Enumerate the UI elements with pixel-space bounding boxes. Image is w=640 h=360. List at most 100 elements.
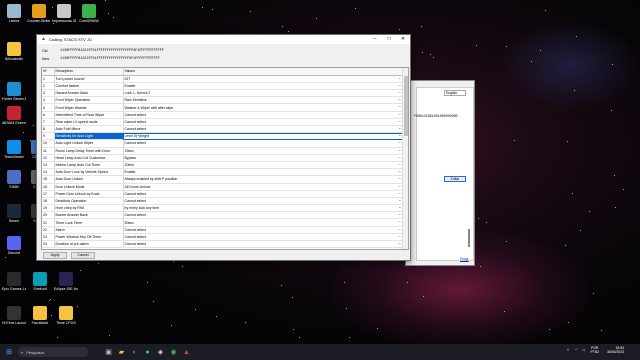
desktop-icon[interactable]: Faculdade [28,306,52,325]
row-number: 17 [42,190,55,198]
edge-icon[interactable]: ◐ [128,345,141,359]
desktop-icon[interactable]: Counter-Strike Global Offensive [27,4,51,23]
row-value-select[interactable]: 20min [123,161,405,170]
row-value-select[interactable]: Cannot select [123,197,405,206]
table-row[interactable]: 21 Timer Lock Timer 30sec [42,218,405,227]
table-row[interactable]: 12 Head Lamp Auto Cut Customize Bypass [42,154,405,162]
desktop-icon[interactable]: Epic Games Launcher [2,272,26,291]
column-header-description[interactable]: Description [54,68,124,76]
apply-button[interactable]: Apply [43,252,67,259]
table-row[interactable]: 4 Front Wiper Operation Rain Sensitive [42,96,405,105]
file-explorer-icon[interactable]: ▰ [115,345,128,359]
grid-scrollbar-thumb[interactable] [404,76,408,136]
desktop-icon[interactable]: AIDA64 Extreme [2,106,26,125]
close-link[interactable]: Fecgr [460,257,469,261]
table-row[interactable]: 2 Comfort flasher Enable [42,82,405,91]
row-value-select[interactable]: Cannot select [123,118,405,127]
background-scrollbar[interactable] [468,229,470,247]
row-value-select[interactable]: 30sec [123,218,405,227]
row-value-select[interactable]: Cannot select [123,139,405,148]
table-row[interactable]: 6 Intermittent Time of Rear Wiper Cannot s… [42,111,405,119]
row-value-select[interactable]: Cannot select [123,226,405,234]
desktop-icon[interactable]: Teste CPUS [54,306,78,325]
volume-icon[interactable]: ◁ [582,348,585,352]
desktop-icon[interactable]: Hi Elms Launcher [2,306,26,325]
row-value-select[interactable]: All Doors Unlock [123,183,405,191]
keyboard-language[interactable]: POR PTB2 [591,346,599,354]
table-row[interactable]: 7 Rear wiper L0 speed mode Cannot select [42,118,405,127]
desktop-icon[interactable]: Discord [2,236,26,255]
row-value-select[interactable]: Lock 1, Unlock 2 [123,89,405,98]
desktop-icon[interactable]: Impressoras 3D [52,4,76,23]
language-select[interactable]: English [444,90,466,96]
background-window[interactable]: English FD6013CAD1001000000000 Editar Fe… [405,80,475,266]
row-number: 6 [42,111,55,119]
edit-button[interactable]: Editar [444,176,466,182]
table-row[interactable]: 17 Power Door Unlock by Knob Cannot select [42,190,405,198]
store-icon[interactable]: ◈ [154,345,167,359]
taskbar-search[interactable]: ⌕ Pesquisar [18,347,88,357]
maximize-icon[interactable]: □ [382,35,396,44]
desktop-icon[interactable]: CorelDRAW [77,4,101,23]
row-value-select[interactable]: Cannot select [123,233,405,242]
table-row[interactable]: 14 Auto Door Lock by Vehicle Speed Enable [42,168,405,177]
table-row[interactable]: 9 Sensitivity for Auto Light Level 5(+)bri… [42,132,405,141]
table-row[interactable]: 22 Alarm Cannot select [42,226,405,234]
table-row[interactable]: 18 Deadlock Operation Cannot select [42,197,405,206]
minimize-icon[interactable]: – [368,35,382,44]
row-value-select[interactable]: Enable [123,82,405,91]
row-value-select[interactable]: Cannot select [123,111,405,119]
desktop-icon[interactable]: Steam [2,204,26,223]
dialog-titlebar[interactable]: ▲ Coding: STACS STV JO – □ ✕ [37,35,410,44]
table-row[interactable]: 8 Auto Fold Mirror Cannot select [42,125,405,134]
diagnostic-app-icon[interactable]: ▲ [180,345,193,359]
table-row[interactable]: 10 Auto Light Unlock Wiper Cannot select [42,139,405,148]
desktop-icon[interactable]: TeamViewer [2,140,26,159]
start-button-icon[interactable]: ⊞ [0,344,18,360]
row-value-select[interactable]: 15sec [123,147,405,155]
star [573,89,575,91]
row-value-select[interactable]: Cannot select [123,240,405,249]
table-row[interactable]: 19 Horn chirp by RKE by every lock any tim… [42,204,405,213]
close-icon[interactable]: ✕ [396,35,410,44]
row-value-select[interactable]: Rain Sensitive [123,96,405,105]
table-row[interactable]: 24 Duration of pre-alarm Cannot select [42,240,405,249]
whatsapp-icon[interactable]: ● [141,345,154,359]
table-row[interactable]: 1 Turn power source IGT [42,75,405,83]
desktop-icon[interactable]: Eclipse IDE for Java De... [54,272,78,291]
chrome-icon[interactable]: ◉ [167,345,180,359]
table-row[interactable]: 20 Buzzer Answer Back Cannot select [42,211,405,220]
row-value-select[interactable]: by every lock any time [123,204,405,213]
row-value-select[interactable]: Washer & Wiper with after wipe [123,103,405,112]
desktop-icon[interactable]: SIMM [2,170,26,189]
clock[interactable]: 18:53 30/04/2023 [607,346,624,354]
coding-grid[interactable]: Nº Description Values 1 Turn power source… [41,67,409,250]
desktop-icon[interactable]: IMlousbotic [2,42,26,61]
desktop-icon[interactable]: Folder Steam Explorer [2,82,26,101]
row-value-select[interactable]: Bypass [123,154,405,162]
row-value-select[interactable]: Level 5(+)bright [123,132,405,141]
column-header-values[interactable]: Values [123,68,405,76]
table-row[interactable]: 23 Power Window Key Off Timer Cannot selec… [42,233,405,242]
row-value-select[interactable]: Always enabled by shift P position [123,175,405,184]
table-row[interactable]: 5 Front Wiper Washer Washer & Wiper with a… [42,103,405,112]
row-value-select[interactable]: Cannot select [123,125,405,134]
table-row[interactable]: 15 Auto Door Unlock Always enabled by shif… [42,175,405,184]
row-value-select[interactable]: Cannot select [123,211,405,220]
row-value-select[interactable]: Cannot select [123,190,405,198]
desktop-icon[interactable]: Shelicult [28,272,52,291]
table-row[interactable]: 11 Room Lamp Delay Timer with Door 15sec [42,147,405,155]
table-row[interactable]: 3 Hazard Answer Back Lock 1, Unlock 2 [42,89,405,98]
grid-scrollbar[interactable] [402,68,408,249]
row-value-select[interactable]: Enable [123,168,405,177]
row-value-select[interactable]: IGT [123,75,405,83]
desktop-app-icon [7,170,21,184]
table-row[interactable]: 13 Interior Lamp Auto Cut Timer 20min [42,161,405,170]
cancel-button[interactable]: Cancel [71,252,95,259]
tray-chevron-icon[interactable]: ˄ [567,348,569,352]
column-header-number[interactable]: Nº [42,68,55,76]
desktop-icon[interactable]: Lixeira [2,4,26,23]
table-row[interactable]: 16 Door Unlock Mode All Doors Unlock [42,183,405,191]
network-icon[interactable]: ◠ [575,348,578,352]
task-view-icon[interactable]: ▣ [102,345,115,359]
